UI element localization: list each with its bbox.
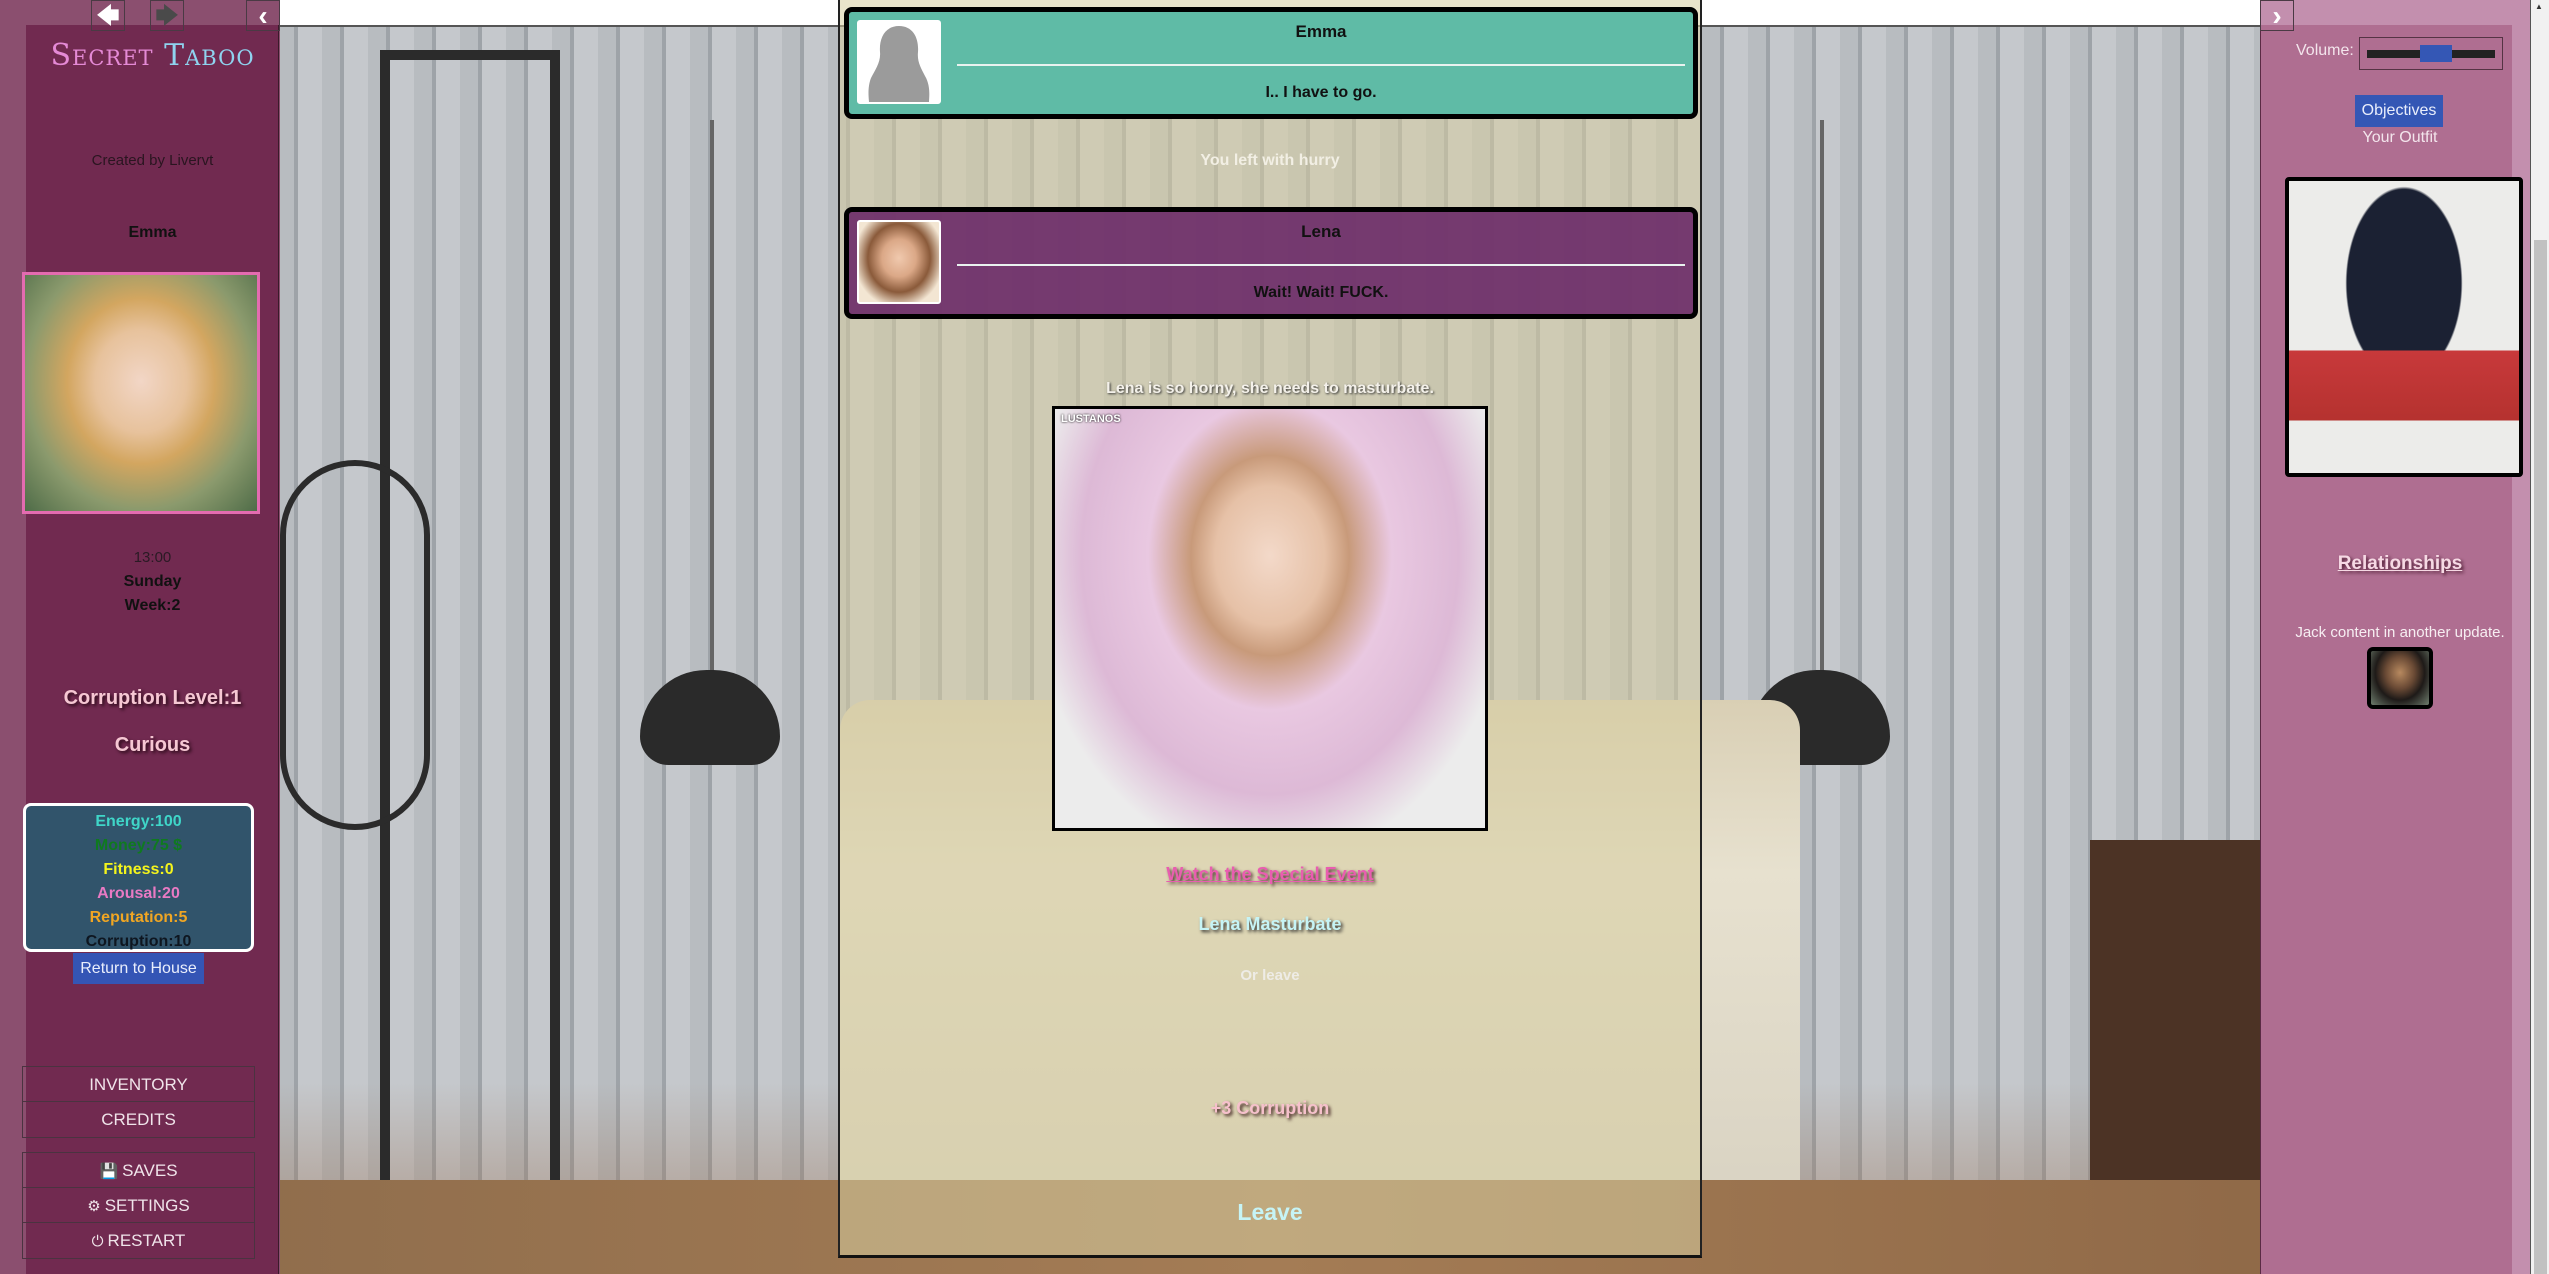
corruption-title: Curious (114, 734, 191, 756)
avatar-silhouette (857, 20, 941, 104)
pendant-lamp (640, 670, 780, 765)
volume-thumb[interactable] (2420, 45, 2452, 62)
game-time: 13:00 (133, 549, 172, 566)
your-outfit-label: Your Outfit (2362, 129, 2438, 146)
menu-credits[interactable]: CREDITS (23, 1102, 254, 1137)
leave-choice[interactable]: Leave (840, 1199, 1700, 1226)
collapse-left-sidebar-button[interactable]: ‹ (246, 0, 280, 31)
volume-track[interactable] (2367, 45, 2495, 62)
game-title-secret: Secret (50, 38, 154, 73)
lamp-cord (1820, 120, 1824, 680)
game-day: Sunday (123, 573, 182, 590)
stat-reputation: Reputation:5 (89, 909, 188, 926)
dialog-speaker: Lena (1301, 222, 1341, 241)
dialog-line: Wait! Wait! FUCK. (1253, 284, 1389, 301)
floppy-disk-icon: 💾 (99, 1163, 119, 1180)
objectives-button[interactable]: Objectives (2355, 95, 2443, 127)
menu-settings-label: SETTINGS (104, 1196, 190, 1215)
game-title-taboo: Taboo (164, 38, 255, 73)
dialog-box-emma: Emma I.. I have to go. (844, 7, 1698, 119)
jack-note: Jack content in another update. (2295, 624, 2505, 641)
power-icon: ⏻ (91, 1233, 104, 1250)
volume-label: Volume: (2296, 42, 2354, 59)
menu-saves-label: SAVES (122, 1161, 178, 1180)
character-portrait (22, 272, 260, 514)
stat-arousal: Arousal:20 (97, 885, 180, 902)
game-title: Secret Taboo (26, 38, 279, 73)
image-watermark: LUSTANOS (1061, 413, 1121, 425)
event-image: LUSTANOS (1052, 406, 1488, 831)
menu-inventory[interactable]: INVENTORY (23, 1067, 254, 1102)
volume-slider[interactable] (2359, 37, 2503, 70)
story-panel: Emma I.. I have to go. You left with hur… (838, 0, 1702, 1258)
chevron-right-icon: › (2272, 0, 2282, 31)
narration-text: Lena is so horny, she needs to masturbat… (1106, 380, 1434, 397)
silhouette-icon (868, 26, 930, 102)
stat-fitness: Fitness:0 (103, 861, 174, 878)
or-leave-text: Or leave (1240, 967, 1300, 984)
jack-avatar[interactable] (2367, 647, 2433, 709)
dialog-speaker: Emma (1295, 22, 1347, 41)
lamp-cord (710, 120, 714, 680)
dialog-line: I.. I have to go. (1265, 84, 1377, 101)
stat-corruption: Corruption:10 (85, 933, 192, 950)
scroll-up-arrow-icon[interactable]: ▲ (2535, 2, 2543, 11)
menu-saves[interactable]: 💾 SAVES (23, 1153, 254, 1188)
relationships-link[interactable]: Relationships (2270, 553, 2530, 575)
narration-text: You left with hurry (1200, 152, 1340, 169)
watch-special-event-link[interactable]: Watch the Special Event (840, 864, 1700, 885)
menu-restart[interactable]: ⏻ RESTART (23, 1223, 254, 1258)
outfit-image (2285, 177, 2523, 477)
game-week: Week:2 (124, 597, 181, 614)
avatar-lena (857, 220, 941, 304)
stats-panel: Energy:100 Money:75 $ Fitness:0 Arousal:… (23, 803, 254, 952)
character-name: Emma (128, 224, 177, 241)
corruption-level: Corruption Level:1 (63, 687, 242, 709)
gear-icon: ⚙ (87, 1198, 101, 1215)
menu-settings[interactable]: ⚙ SETTINGS (23, 1188, 254, 1223)
dialog-divider (957, 264, 1685, 266)
arrow-right-icon: 🡆 (155, 3, 179, 28)
history-forward-button[interactable]: 🡆 (150, 0, 184, 31)
corruption-gain-text: +3 Corruption (1210, 1098, 1330, 1118)
menu-credits-label: CREDITS (101, 1110, 176, 1129)
stat-energy: Energy:100 (95, 813, 182, 830)
history-back-button[interactable]: 🡄 (91, 0, 125, 31)
dialog-divider (957, 64, 1685, 66)
lena-masturbate-choice[interactable]: Lena Masturbate (840, 914, 1700, 935)
return-to-house-button[interactable]: Return to House (73, 953, 204, 984)
menu-group-main: INVENTORY CREDITS (22, 1066, 255, 1138)
arrow-left-icon: 🡄 (96, 3, 120, 28)
dialog-box-lena: Lena Wait! Wait! FUCK. (844, 207, 1698, 319)
author-credit: Created by Livervt (91, 152, 214, 169)
menu-inventory-label: INVENTORY (89, 1075, 188, 1094)
menu-group-system: 💾 SAVES ⚙ SETTINGS ⏻ RESTART (22, 1152, 255, 1259)
wall-mirror (280, 460, 430, 830)
menu-restart-label: RESTART (107, 1231, 186, 1250)
collapse-right-sidebar-button[interactable]: › (2260, 0, 2294, 31)
stat-money: Money:75 $ (94, 837, 183, 854)
scrollbar-thumb[interactable] (2534, 240, 2547, 1274)
chevron-left-icon: ‹ (258, 0, 268, 31)
